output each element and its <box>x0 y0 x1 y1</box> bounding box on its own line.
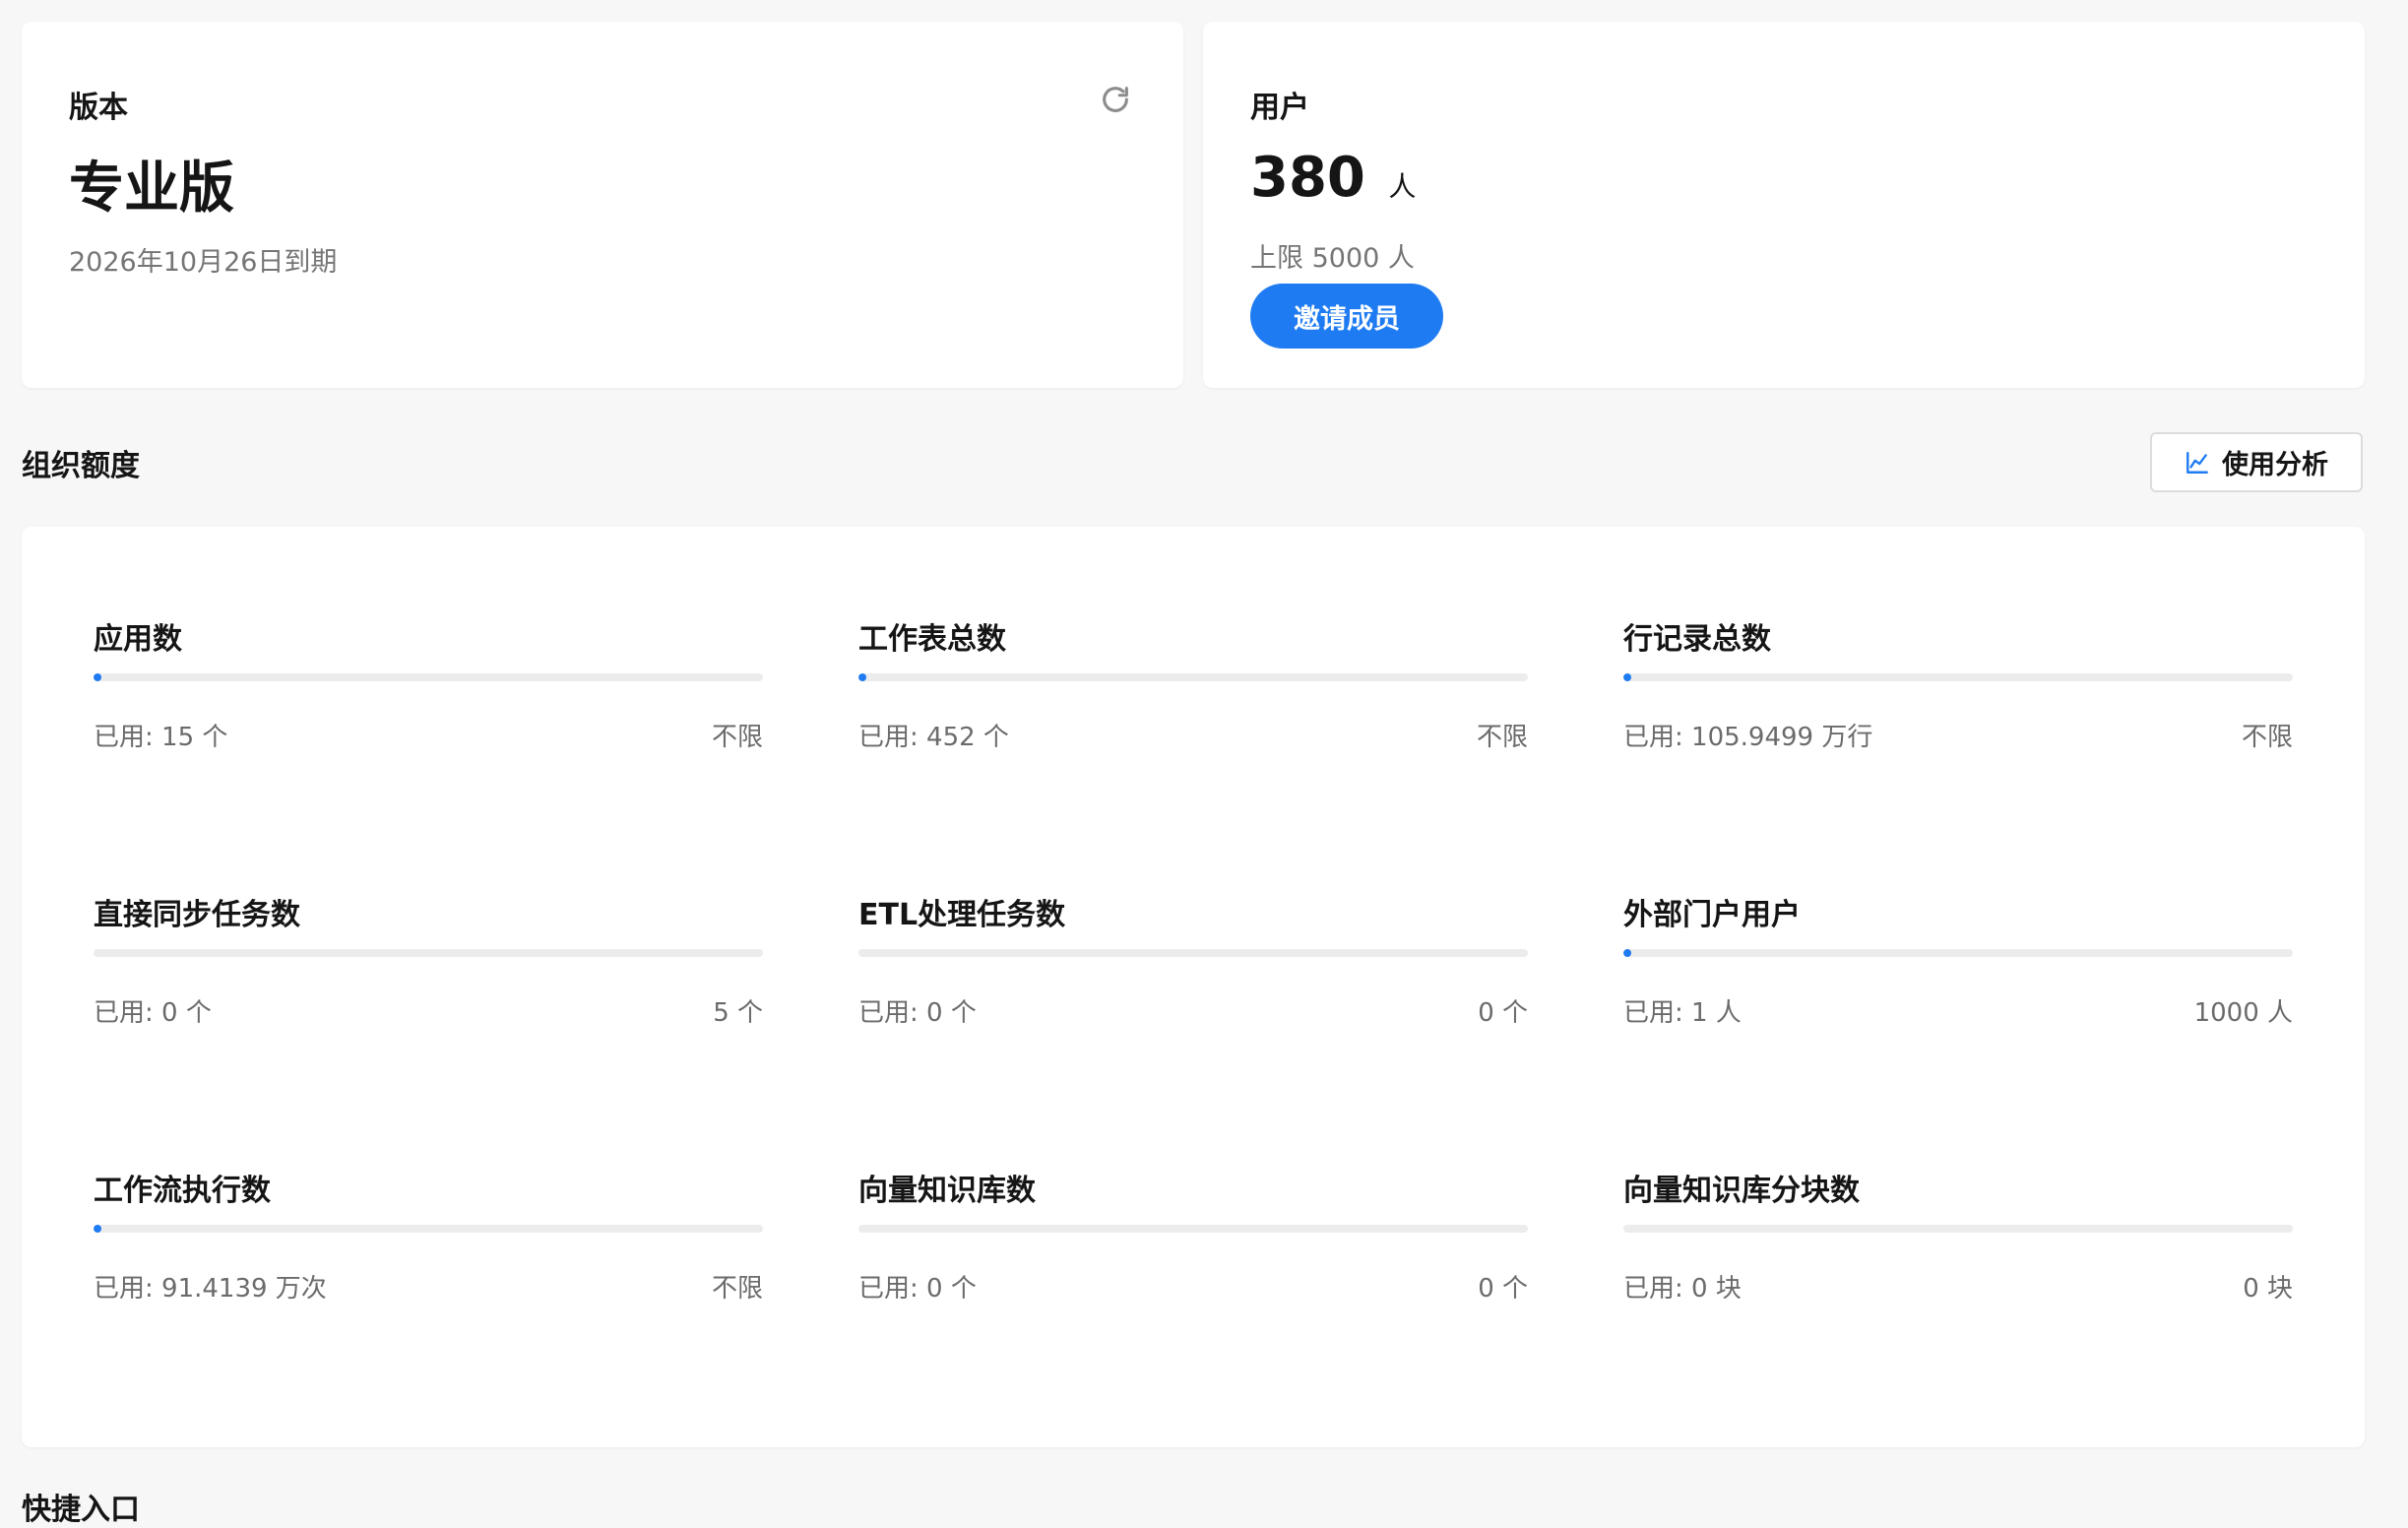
quota-item-apps: 应用数 已用: 15 个 不限 <box>94 614 763 772</box>
quota-used: 已用: 0 块 <box>1623 1274 1742 1304</box>
quota-section-title: 组织额度 <box>22 449 140 483</box>
line-chart-icon <box>2185 450 2210 476</box>
quota-title: 工作表总数 <box>858 622 1006 657</box>
quota-progress-fill <box>858 673 867 681</box>
quota-progress-fill <box>1623 673 1632 681</box>
quota-used: 已用: 91.4139 万次 <box>94 1274 327 1304</box>
quota-limit: 0 块 <box>2243 1274 2293 1304</box>
quota-item-portal-users: 外部门户用户 已用: 1 人 1000 人 <box>1623 890 2293 1048</box>
users-label: 用户 <box>1250 91 1309 125</box>
usage-analysis-button[interactable]: 使用分析 <box>2150 432 2363 492</box>
quota-panel: 应用数 已用: 15 个 不限 工作表总数 已用: 452 个 不限 行记录总数… <box>22 527 2365 1447</box>
quota-item-etl-tasks: ETL处理任务数 已用: 0 个 0 个 <box>858 890 1528 1048</box>
expiry-date: 2026年10月26日到期 <box>69 247 338 278</box>
quota-progress-fill <box>94 1225 102 1233</box>
user-count: 380 人 <box>1250 146 1416 210</box>
quota-progress-fill <box>94 673 102 681</box>
edition-name: 专业版 <box>69 157 234 221</box>
quota-title: 向量知识库数 <box>858 1174 1036 1208</box>
quota-progress-bar <box>858 949 1528 957</box>
refresh-icon[interactable] <box>1099 83 1132 116</box>
users-card: 用户 380 人 上限 5000 人 邀请成员 <box>1203 22 2365 388</box>
quota-title: 直接同步任务数 <box>94 898 300 932</box>
quota-limit: 不限 <box>711 1274 763 1304</box>
quota-item-rows: 行记录总数 已用: 105.9499 万行 不限 <box>1623 614 2293 772</box>
quota-title: 向量知识库分块数 <box>1623 1174 1860 1208</box>
quota-limit: 1000 人 <box>2193 998 2293 1028</box>
quick-entry-section-title: 快捷入口 <box>22 1493 140 1527</box>
quota-limit: 不限 <box>2241 723 2293 752</box>
quota-item-vector-kb-chunks: 向量知识库分块数 已用: 0 块 0 块 <box>1623 1166 2293 1323</box>
quota-limit: 5 个 <box>713 998 763 1028</box>
quota-item-workflow-runs: 工作流执行数 已用: 91.4139 万次 不限 <box>94 1166 763 1323</box>
quota-title: 外部门户用户 <box>1623 898 1801 932</box>
quota-progress-bar <box>1623 949 2293 957</box>
quota-progress-bar <box>1623 1225 2293 1233</box>
version-card: 版本 专业版 2026年10月26日到期 <box>22 22 1183 388</box>
quota-limit: 不限 <box>1476 723 1528 752</box>
quota-used: 已用: 452 个 <box>858 723 1009 752</box>
quota-progress-bar <box>858 1225 1528 1233</box>
quota-title: 行记录总数 <box>1623 622 1771 657</box>
quota-progress-fill <box>1623 949 1631 957</box>
quota-used: 已用: 15 个 <box>94 723 228 752</box>
quota-title: ETL处理任务数 <box>858 898 1066 932</box>
quota-used: 已用: 0 个 <box>858 1274 977 1304</box>
user-count-unit: 人 <box>1388 170 1417 203</box>
quota-progress-bar <box>94 1225 763 1233</box>
user-limit: 上限 5000 人 <box>1250 243 1415 274</box>
quota-used: 已用: 1 人 <box>1623 998 1742 1028</box>
quota-item-vector-kb: 向量知识库数 已用: 0 个 0 个 <box>858 1166 1528 1323</box>
quota-title: 工作流执行数 <box>94 1174 271 1208</box>
quota-used: 已用: 0 个 <box>858 998 977 1028</box>
quota-title: 应用数 <box>94 622 182 657</box>
quota-item-sync-tasks: 直接同步任务数 已用: 0 个 5 个 <box>94 890 763 1048</box>
quota-progress-bar <box>1623 673 2293 681</box>
quota-progress-bar <box>858 673 1528 681</box>
quota-used: 已用: 105.9499 万行 <box>1623 723 1873 752</box>
quota-limit: 0 个 <box>1478 998 1528 1028</box>
quota-limit: 0 个 <box>1478 1274 1528 1304</box>
invite-members-button[interactable]: 邀请成员 <box>1250 284 1443 349</box>
quota-progress-bar <box>94 949 763 957</box>
quota-limit: 不限 <box>711 723 763 752</box>
quota-used: 已用: 0 个 <box>94 998 212 1028</box>
quota-item-worksheets: 工作表总数 已用: 452 个 不限 <box>858 614 1528 772</box>
version-label: 版本 <box>69 91 128 125</box>
usage-analysis-label: 使用分析 <box>2222 450 2328 480</box>
user-count-value: 380 <box>1250 146 1365 210</box>
quota-progress-bar <box>94 673 763 681</box>
